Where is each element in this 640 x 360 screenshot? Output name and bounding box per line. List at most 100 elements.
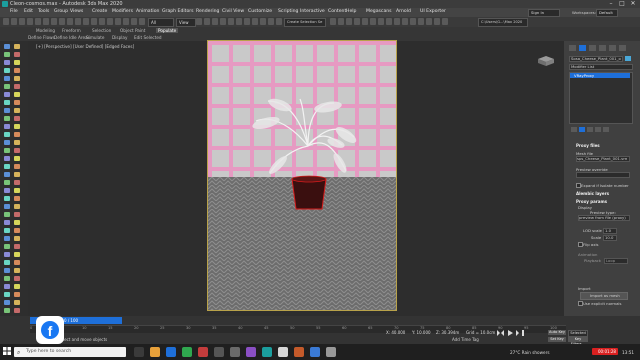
- menu-item-group[interactable]: Group: [54, 9, 68, 14]
- toolbar-tool-icon[interactable]: [83, 18, 89, 25]
- toolbar-tool-icon[interactable]: [51, 18, 57, 25]
- playback-controls[interactable]: [496, 330, 526, 336]
- key-filters-button[interactable]: Key Filters...: [568, 337, 588, 346]
- signin-dropdown[interactable]: Sign In: [528, 9, 560, 17]
- toolbar-tool-icon[interactable]: [330, 18, 336, 25]
- scene-explorer-icon[interactable]: [14, 124, 20, 129]
- z-coordinate[interactable]: Z: 30.394m: [436, 330, 459, 335]
- scene-explorer-icon[interactable]: [14, 172, 20, 177]
- scene-explorer-icon[interactable]: [4, 148, 10, 153]
- rollout-proxy-params[interactable]: Proxy params: [576, 199, 607, 204]
- taskbar-app-icon[interactable]: [198, 347, 208, 357]
- toolbar-tool-icon[interactable]: [346, 18, 352, 25]
- scene-explorer-icon[interactable]: [4, 76, 10, 81]
- scene-explorer-icon[interactable]: [4, 252, 10, 257]
- auto-key-button[interactable]: Auto Key: [548, 330, 566, 335]
- taskbar-app-icon[interactable]: [134, 347, 144, 357]
- scene-explorer-icon[interactable]: [4, 132, 10, 137]
- toolbar-tool-icon[interactable]: [27, 18, 33, 25]
- scene-explorer-icon[interactable]: [4, 260, 10, 265]
- taskbar-app-icon[interactable]: [278, 347, 288, 357]
- menu-item-animation[interactable]: Animation: [136, 9, 159, 14]
- menu-item-tools[interactable]: Tools: [38, 9, 49, 14]
- taskbar-app-icon[interactable]: [166, 347, 176, 357]
- toolbar-tool-icon[interactable]: [220, 18, 226, 25]
- scene-explorer-icon[interactable]: [14, 300, 20, 305]
- taskbar-app-icon[interactable]: [150, 347, 160, 357]
- command-panel-tab-icon[interactable]: [579, 45, 586, 51]
- y-coordinate[interactable]: Y: 10.000: [412, 330, 431, 335]
- close-button[interactable]: ✕: [628, 0, 638, 8]
- scene-explorer-icon[interactable]: [14, 132, 20, 137]
- toolbar-tool-icon[interactable]: [378, 18, 384, 25]
- menu-item-civil-view[interactable]: Civil View: [222, 9, 244, 14]
- menu-item-content[interactable]: Content: [328, 9, 346, 14]
- scene-explorer-icon[interactable]: [4, 236, 10, 241]
- scene-explorer-icon[interactable]: [14, 52, 20, 57]
- scene-explorer-icon[interactable]: [4, 244, 10, 249]
- scene-explorer-icon[interactable]: [4, 204, 10, 209]
- viewport-label[interactable]: [+] [Perspective] [User Defined] [Edged …: [36, 44, 134, 49]
- toolbar-tool-icon[interactable]: [35, 18, 41, 25]
- toolbar-tool-icon[interactable]: [386, 18, 392, 25]
- toolbar-tool-icon[interactable]: [67, 18, 73, 25]
- scene-explorer-icon[interactable]: [14, 68, 20, 73]
- ribbon-command-define-flows[interactable]: Define Flows: [28, 35, 55, 40]
- scene-explorer-icon[interactable]: [4, 140, 10, 145]
- toolbar-tool-icon[interactable]: [123, 18, 129, 25]
- stack-tool-icon[interactable]: [579, 127, 585, 132]
- command-panel-tab-icon[interactable]: [619, 45, 626, 51]
- scene-explorer-icon[interactable]: [14, 156, 20, 161]
- ribbon-tab-populate[interactable]: Populate: [156, 28, 179, 33]
- scene-explorer-icon[interactable]: [14, 180, 20, 185]
- scene-explorer-icon[interactable]: [14, 292, 20, 297]
- toolbar-tool-icon[interactable]: [442, 18, 448, 25]
- scene-explorer-icon[interactable]: [4, 108, 10, 113]
- toolbar-tool-icon[interactable]: [107, 18, 113, 25]
- scene-explorer-icon[interactable]: [4, 164, 10, 169]
- toolbar-tool-icon[interactable]: [434, 18, 440, 25]
- object-color-swatch[interactable]: [625, 56, 631, 61]
- scene-explorer-icon[interactable]: [4, 92, 10, 97]
- toolbar-tool-icon[interactable]: [204, 18, 210, 25]
- scene-explorer-icon[interactable]: [14, 268, 20, 273]
- scene-explorer-icon[interactable]: [4, 300, 10, 305]
- minimize-button[interactable]: –: [606, 0, 616, 8]
- windows-start-icon[interactable]: [3, 347, 11, 355]
- toolbar-tool-icon[interactable]: [115, 18, 121, 25]
- toolbar-tool-icon[interactable]: [3, 18, 9, 25]
- ribbon-command-simulate[interactable]: Simulate: [86, 35, 105, 40]
- toolbar-tool-icon[interactable]: [131, 18, 137, 25]
- scene-explorer-icon[interactable]: [14, 220, 20, 225]
- stack-tool-icon[interactable]: [595, 127, 601, 132]
- scene-explorer-icon[interactable]: [4, 52, 10, 57]
- scene-explorer-icon[interactable]: [14, 284, 20, 289]
- preview-override-field[interactable]: [576, 172, 630, 178]
- stack-tool-icon[interactable]: [587, 127, 593, 132]
- scene-explorer-icon[interactable]: [4, 212, 10, 217]
- toolbar-tool-icon[interactable]: [426, 18, 432, 25]
- taskbar-app-icon[interactable]: [246, 347, 256, 357]
- toolbar-tool-icon[interactable]: [11, 18, 17, 25]
- toolbar-tool-icon[interactable]: [338, 18, 344, 25]
- command-panel-tab-icon[interactable]: [589, 45, 596, 51]
- ribbon-tab-freeform[interactable]: Freeform: [62, 28, 81, 33]
- scene-explorer-icon[interactable]: [4, 292, 10, 297]
- set-key-button[interactable]: Set Key: [548, 337, 566, 342]
- selection-filter-dropdown[interactable]: All: [148, 18, 174, 27]
- taskbar-app-icon[interactable]: [262, 347, 272, 357]
- ribbon-command-edit-selected[interactable]: Edit Selected: [134, 35, 162, 40]
- rendered-scene[interactable]: [207, 40, 397, 311]
- menu-item-file[interactable]: File: [10, 9, 18, 14]
- toolbar-tool-icon[interactable]: [402, 18, 408, 25]
- toolbar-tool-icon[interactable]: [196, 18, 202, 25]
- taskbar-app-icon[interactable]: [294, 347, 304, 357]
- scene-explorer-icon[interactable]: [14, 164, 20, 169]
- scene-explorer-icon[interactable]: [14, 228, 20, 233]
- scene-explorer-icon[interactable]: [4, 116, 10, 121]
- scene-explorer-icon[interactable]: [4, 188, 10, 193]
- menu-item-views[interactable]: Views: [70, 9, 83, 14]
- scene-explorer-icon[interactable]: [4, 172, 10, 177]
- scene-explorer-icon[interactable]: [4, 124, 10, 129]
- menu-item-edit[interactable]: Edit: [24, 9, 33, 14]
